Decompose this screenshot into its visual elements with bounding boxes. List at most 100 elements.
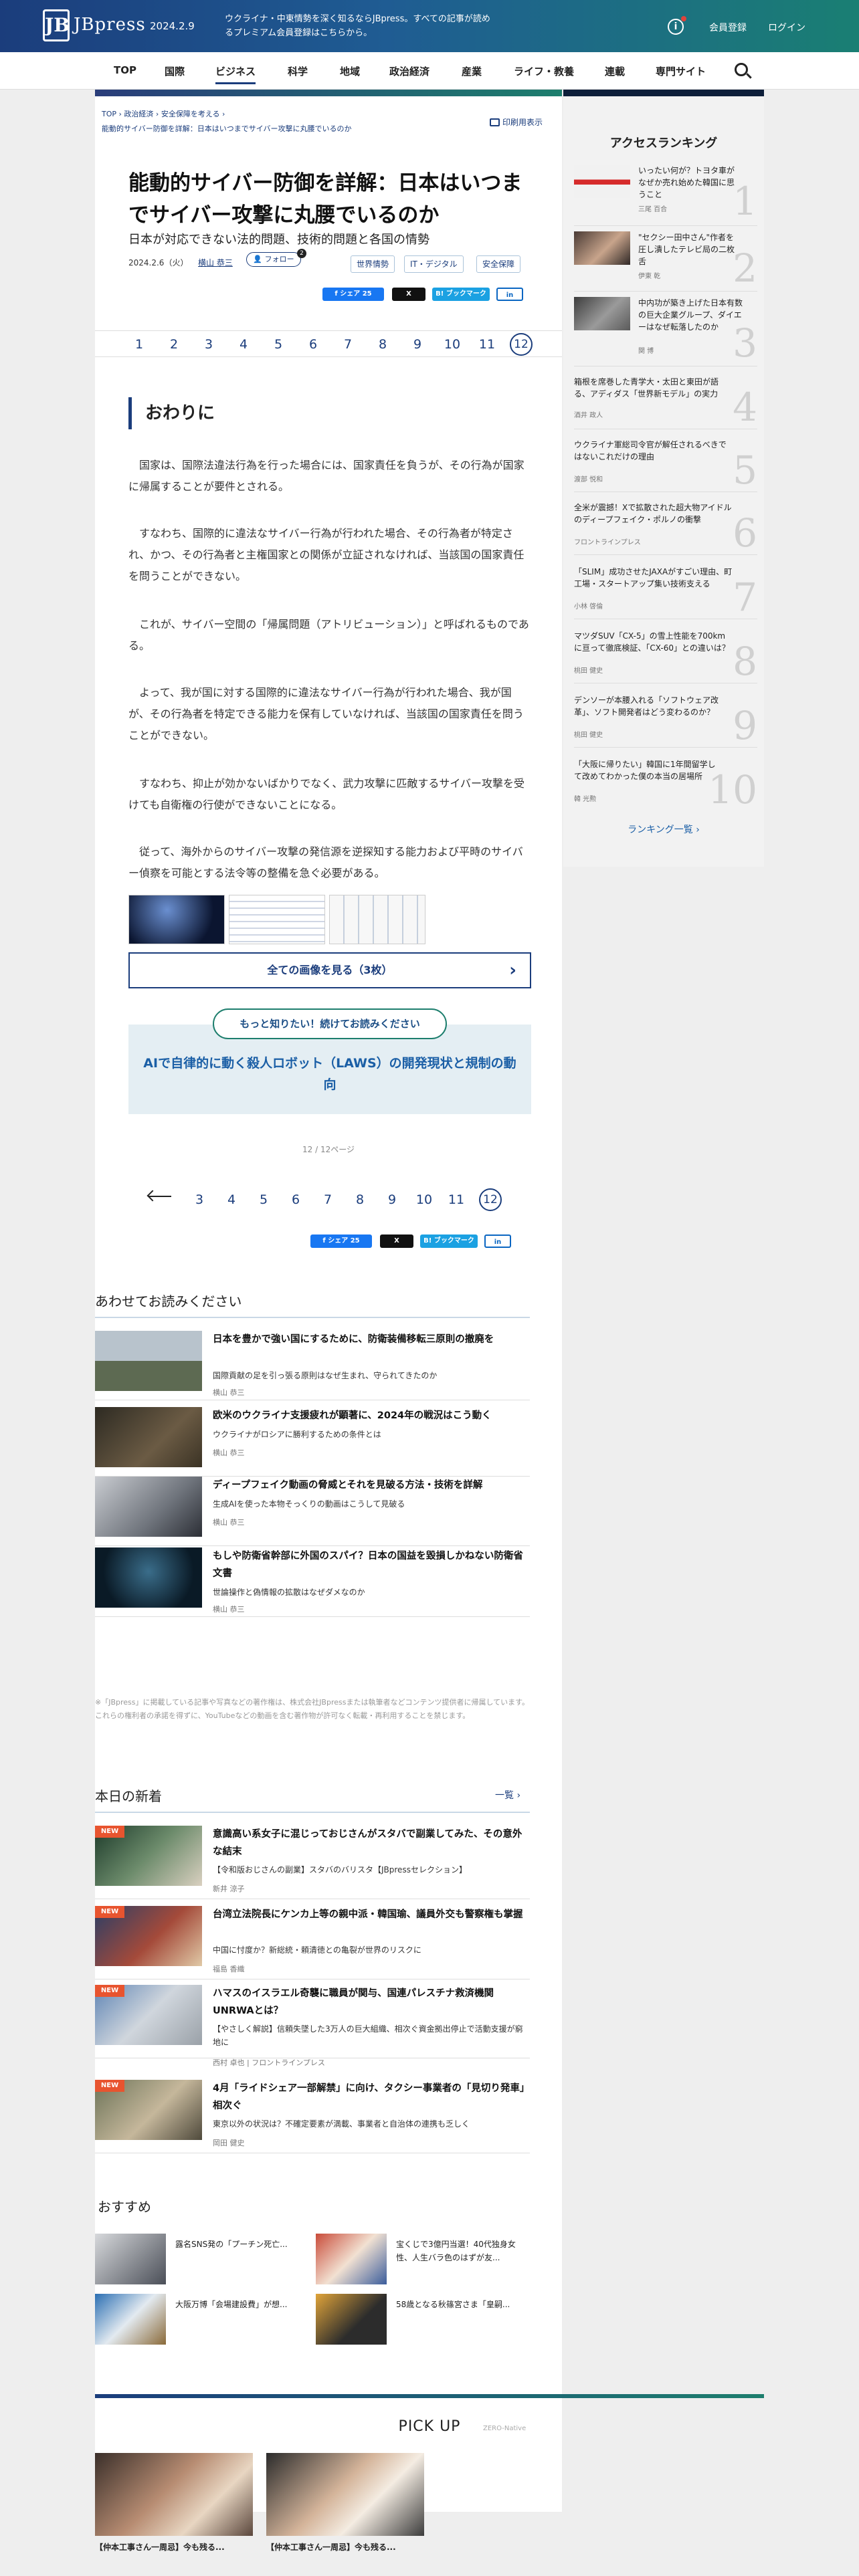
continue-reading-link[interactable]: AIで自律的に動く殺人ロボット（LAWS）の開発現状と規制の動向 (142, 1053, 518, 1095)
logo-mark[interactable]: JB (43, 9, 70, 41)
premium-banner-link[interactable]: ウクライナ・中東情勢を深く知るならJBpress。すべての記事が読めるプレミアム… (225, 12, 492, 40)
ranking-item[interactable]: 中内功が築き上げた日本有数の巨大企業グループ、ダイエーはなぜ転落したのか 関 博… (574, 297, 757, 366)
page-link[interactable]: 10 (413, 1192, 435, 1208)
ranking-title: 「大阪に帰りたい」韓国に1年間留学して改めてわかった僕の本当の居場所 (574, 760, 716, 781)
related-author: 横山 恭三 (213, 1448, 245, 1457)
page-link[interactable]: 1 (128, 336, 150, 352)
tag-it-digital[interactable]: IT・デジタル (404, 255, 464, 273)
ranking-item[interactable]: 「SLIM」成功させたJAXAがすごい理由、町工場・スタートアップ集い技術支える… (574, 566, 757, 619)
news-item[interactable]: NEW ハマスのイスラエル奇襲に職員が関与、国連パレスチナ救済機関UNRWAとは… (95, 1985, 530, 2067)
news-sub: 東京以外の状況は？不確定要素が満載、事業者と自治体の連携も乏しく (213, 2119, 470, 2129)
page-link[interactable]: 5 (268, 336, 289, 352)
nav-item-top[interactable]: TOP (114, 64, 136, 76)
ranking-item[interactable]: "セクシー田中さん"作者を圧し潰したテレビ局の二枚舌 伊東 乾 2 (574, 231, 757, 292)
ranking-thumb (574, 297, 630, 330)
page-link[interactable]: 9 (407, 336, 428, 352)
ranking-item[interactable]: 「大阪に帰りたい」韓国に1年間留学して改めてわかった僕の本当の居場所 韓 光勲 … (574, 758, 757, 812)
related-item[interactable]: もしや防衛省幹部に外国のスパイ？日本の国益を毀損しかねない防衛省文書 世論操作と… (95, 1547, 530, 1617)
page-link[interactable]: 11 (476, 336, 498, 352)
nav-item-region[interactable]: 地域 (340, 64, 360, 78)
logo-text[interactable]: JBpress (74, 15, 146, 35)
recommend-item[interactable]: 露名SNS発の「プーチン死亡... (95, 2234, 296, 2287)
recommend-item[interactable]: 58歳となる秋篠宮さま「皇嗣... (316, 2294, 516, 2347)
share-x-button[interactable]: X (380, 1235, 413, 1248)
ranking-item[interactable]: 全米が震撼！Xで拡散された超大物アイドルのディープフェイク・ポルノの衝撃 フロン… (574, 502, 757, 555)
share-hatena-button[interactable]: B! ブックマーク (432, 288, 490, 301)
related-sub: 生成AIを使った本物そっくりの動画はこうして見破る (213, 1499, 405, 1509)
share-facebook-button[interactable]: f シェア 25 (322, 288, 384, 301)
page-link[interactable]: 10 (442, 336, 463, 352)
gallery-thumb[interactable] (229, 895, 325, 944)
pickup-item[interactable]: 【仲本工事さん一周忌】今も残る... (266, 2453, 424, 2553)
share-linkedin-button[interactable]: in (496, 288, 523, 301)
news-item[interactable]: NEW 台湾立法院長にケンカ上等の親中派・韓国瑜、議員外交も警察権も掌握 中国に… (95, 1906, 530, 1979)
follow-button[interactable]: 👤 フォロー (246, 252, 301, 267)
page-link[interactable]: 5 (253, 1192, 274, 1208)
page-link[interactable]: 7 (317, 1192, 339, 1208)
page-link[interactable]: 8 (349, 1192, 371, 1208)
gallery-thumb[interactable] (329, 895, 425, 944)
tag-world-affairs[interactable]: 世界情勢 (351, 255, 395, 273)
nav-item-science[interactable]: 科学 (288, 64, 308, 78)
ranking-list-link[interactable]: ランキング一覧 › (563, 823, 764, 836)
page-link[interactable]: 6 (302, 336, 324, 352)
page-link[interactable]: 6 (285, 1192, 306, 1208)
share-linkedin-button[interactable]: in (484, 1235, 511, 1248)
nav-item-international[interactable]: 国際 (165, 64, 185, 78)
register-link[interactable]: 会員登録 (709, 21, 747, 34)
news-item[interactable]: NEW 4月「ライドシェア一部解禁」に向け、タクシー事業者の「見切り発車」相次ぐ… (95, 2080, 530, 2153)
nav-item-life-culture[interactable]: ライフ・教養 (514, 64, 574, 78)
share-facebook-button[interactable]: f シェア 25 (310, 1235, 372, 1248)
nav-item-business[interactable]: ビジネス (215, 64, 256, 84)
ranking-sidebar: アクセスランキング いったい何が？トヨタ車がなぜか売れ始めた韓国に思うこと 三尾… (563, 90, 764, 867)
prev-page-arrow-icon[interactable] (149, 1196, 171, 1197)
new-badge: NEW (95, 1826, 124, 1838)
ranking-item[interactable]: ウクライナ軍総司令官が解任されるべきではないこれだけの理由 渡部 悦和 5 (574, 439, 757, 492)
ranking-item[interactable]: 箱根を席巻した青学大・太田と東田が語る、アディダス「世界新モデル」の実力 酒井 … (574, 376, 757, 429)
page-link[interactable]: 11 (446, 1192, 467, 1208)
breadcrumb-top[interactable]: TOP (102, 110, 116, 118)
gallery-thumb[interactable] (128, 895, 225, 944)
site-header: JB JBpress 2024.2.9 ウクライナ・中東情勢を深く知るならJBp… (0, 0, 859, 52)
nav-item-industry[interactable]: 産業 (462, 64, 482, 78)
nav-item-series[interactable]: 連載 (605, 64, 625, 78)
page-link[interactable]: 3 (198, 336, 219, 352)
news-list-link[interactable]: 一覧 › (495, 1788, 520, 1802)
recommend-item[interactable]: 宝くじで3億円当選！40代独身女性、人生バラ色のはずが友... (316, 2234, 516, 2287)
ranking-number: 2 (733, 245, 757, 291)
print-button[interactable]: 印刷用表示 (490, 116, 543, 128)
breadcrumb: TOP › 政治経済 › 安全保障を考える › 能動的サイバー防御を詳解：日本は… (102, 110, 352, 133)
printer-icon (490, 118, 500, 126)
breadcrumb-politics[interactable]: 政治経済 (124, 110, 153, 118)
recommend-title: 大阪万博「会場建設費」が想... (175, 2300, 288, 2309)
page-link[interactable]: 4 (233, 336, 254, 352)
ranking-item[interactable]: マツダSUV「CX-5」の雪上性能を700kmに亘って徹底検証、「CX-60」と… (574, 630, 757, 683)
ranking-author: 桃田 健史 (574, 732, 603, 739)
pickup-item[interactable]: 【仲本工事さん一周忌】今も残る... (95, 2453, 253, 2553)
related-item[interactable]: ディープフェイク動画の脅威とそれを見破る方法・技術を詳解 生成AIを使った本物そ… (95, 1477, 530, 1546)
tag-security[interactable]: 安全保障 (476, 255, 521, 273)
share-x-button[interactable]: X (392, 288, 425, 301)
page-link[interactable]: 9 (381, 1192, 403, 1208)
related-item[interactable]: 日本を豊かで強い国にするために、防衛装備移転三原則の撤廃を 国際貢献の足を引っ張… (95, 1331, 530, 1400)
view-all-images-button[interactable]: 全ての画像を見る（3枚） (128, 952, 531, 988)
news-item[interactable]: NEW 意識高い系女子に混じっておじさんがスタバで副業してみた、その意外な結末 … (95, 1826, 530, 1899)
nav-item-politics-economy[interactable]: 政治経済 (389, 64, 430, 78)
page-link[interactable]: 7 (337, 336, 359, 352)
article-column: TOP › 政治経済 › 安全保障を考える › 能動的サイバー防御を詳解：日本は… (95, 90, 562, 2512)
breadcrumb-security[interactable]: 安全保障を考える (161, 110, 220, 118)
article-author[interactable]: 横山 恭三 (198, 257, 233, 268)
page-link[interactable]: 2 (163, 336, 185, 352)
page-link[interactable]: 4 (221, 1192, 242, 1208)
page-link[interactable]: 8 (372, 336, 393, 352)
nav-item-special-sites[interactable]: 専門サイト (656, 64, 706, 78)
ranking-item[interactable]: デンソーが本腰入れる「ソフトウェア改革」、ソフト開発者はどう変わるのか？ 桃田 … (574, 694, 757, 748)
page-link[interactable]: 3 (189, 1192, 210, 1208)
related-item[interactable]: 欧米のウクライナ支援疲れが顕著に、2024年の戦況はこう動く ウクライナがロシア… (95, 1407, 530, 1477)
info-icon[interactable]: i (668, 19, 684, 35)
ranking-item[interactable]: いったい何が？トヨタ車がなぜか売れ始めた韓国に思うこと 三尾 百合 1 (574, 165, 757, 226)
login-link[interactable]: ログイン (768, 21, 805, 34)
search-icon[interactable] (735, 63, 748, 76)
share-hatena-button[interactable]: B! ブックマーク (420, 1235, 478, 1248)
recommend-item[interactable]: 大阪万博「会場建設費」が想... (95, 2294, 296, 2347)
